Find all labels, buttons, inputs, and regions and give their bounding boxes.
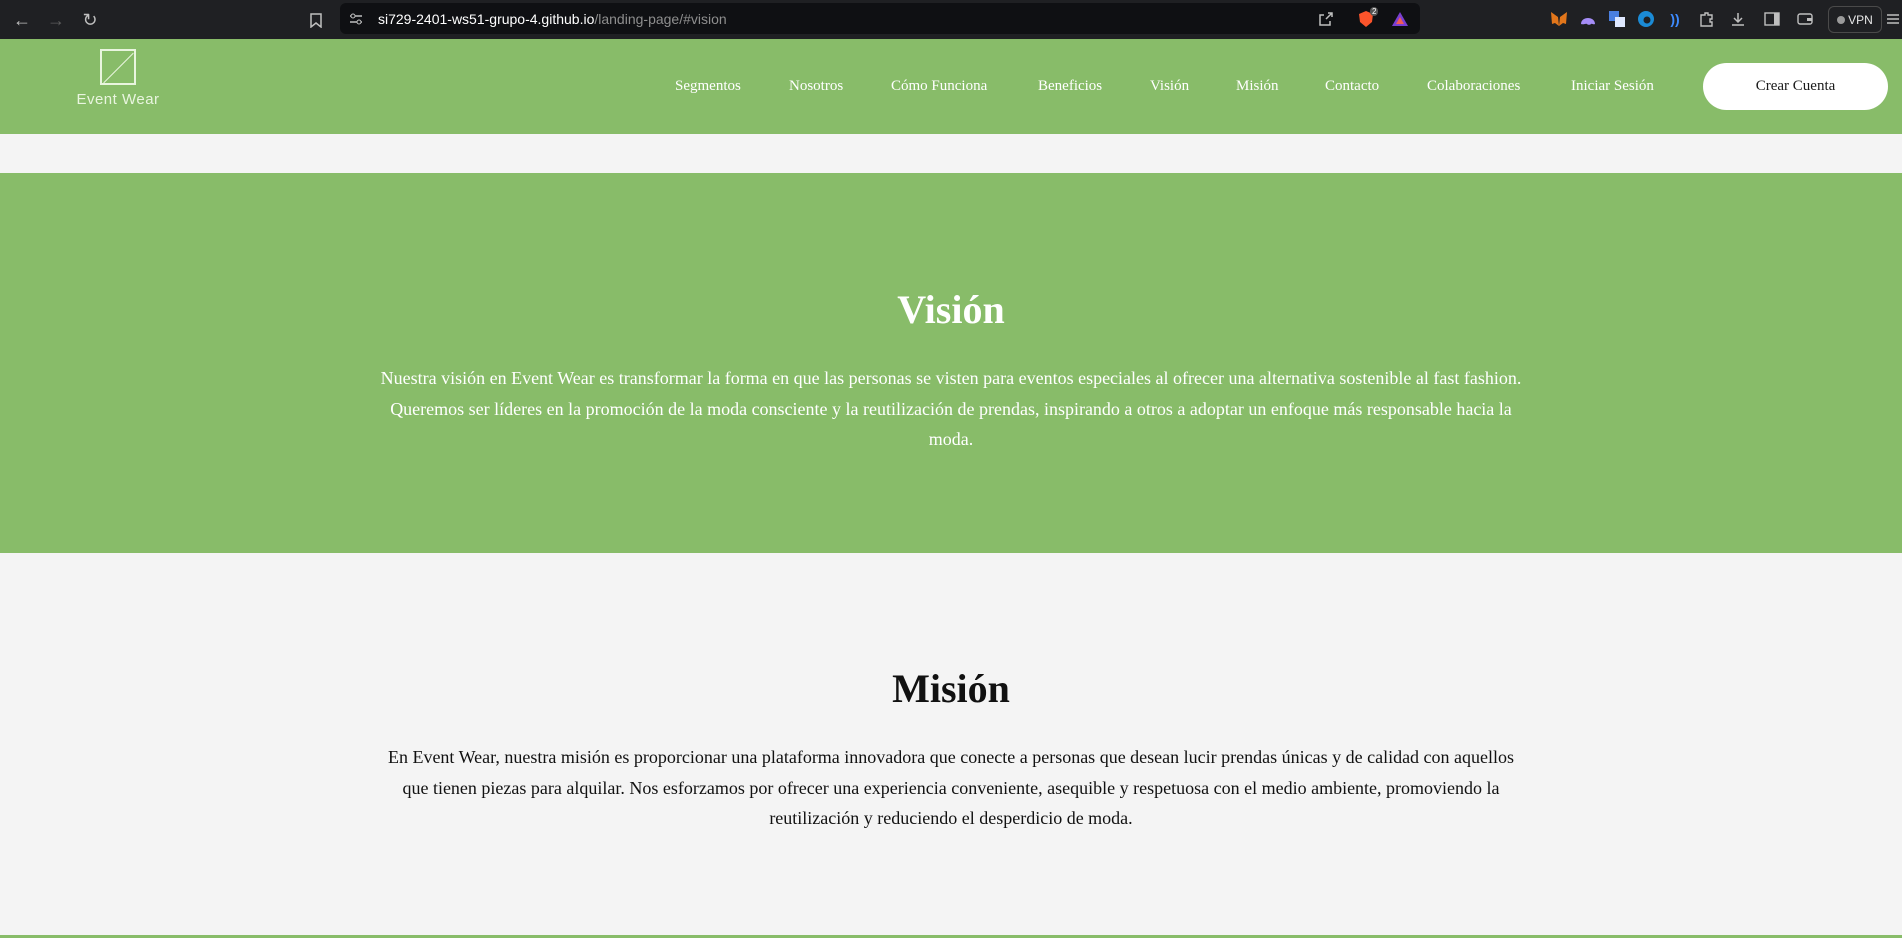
nav-link-mision[interactable]: Misión (1236, 78, 1279, 95)
reload-icon[interactable]: ↻ (78, 8, 102, 32)
back-arrow-icon[interactable]: ← (10, 8, 34, 32)
mision-text: En Event Wear, nuestra misión es proporc… (387, 747, 1515, 828)
vpn-button[interactable]: VPN (1828, 6, 1882, 33)
ghost-extension-icon[interactable] (1578, 9, 1598, 29)
vision-section: Visión Nuestra visión en Event Wear es t… (0, 173, 1902, 553)
url-path: /landing-page/#vision (594, 11, 727, 27)
site-settings-icon[interactable] (346, 9, 366, 29)
forward-arrow-icon[interactable]: → (44, 8, 68, 32)
nav-link-vision[interactable]: Visión (1150, 78, 1189, 95)
mision-title: Misión (892, 666, 1010, 711)
sidebar-toggle-icon[interactable] (1762, 9, 1782, 29)
browser-toolbar: ← → ↻ si729-2401-ws51-grupo-4.github.io/… (0, 0, 1902, 39)
bookmark-icon[interactable] (304, 8, 328, 32)
url-text: si729-2401-ws51-grupo-4.github.io/landin… (378, 11, 727, 27)
read-aloud-icon[interactable]: )) (1665, 9, 1685, 29)
download-icon[interactable] (1728, 9, 1748, 29)
nav-link-como-funciona[interactable]: Cómo Funciona (891, 78, 987, 95)
mision-section: Misión En Event Wear, nuestra misión es … (0, 553, 1902, 933)
nav-link-beneficios[interactable]: Beneficios (1038, 78, 1102, 95)
edge-extension-icon[interactable] (1636, 9, 1656, 29)
vpn-status-icon (1837, 15, 1846, 24)
url-host: si729-2401-ws51-grupo-4.github.io (378, 11, 595, 27)
metamask-fox-icon[interactable] (1549, 9, 1569, 29)
site-header: Event Wear Segmentos Nosotros Cómo Funci… (0, 39, 1902, 134)
logo[interactable]: Event Wear (70, 49, 166, 124)
address-bar[interactable]: si729-2401-ws51-grupo-4.github.io/landin… (340, 3, 1420, 34)
vision-text: Nuestra visión en Event Wear es transfor… (380, 368, 1522, 449)
crear-cuenta-button[interactable]: Crear Cuenta (1703, 63, 1888, 110)
share-icon[interactable] (1316, 9, 1336, 29)
nav-link-contacto[interactable]: Contacto (1325, 78, 1379, 95)
vpn-label: VPN (1848, 12, 1873, 27)
shield-count-badge: 2 (1370, 7, 1379, 16)
nav-link-iniciar-sesion[interactable]: Iniciar Sesión (1571, 78, 1654, 95)
logo-mark-icon (100, 49, 136, 85)
nav-link-segmentos[interactable]: Segmentos (675, 78, 741, 95)
logo-text: Event Wear (76, 91, 160, 108)
nav-link-nosotros[interactable]: Nosotros (789, 78, 843, 95)
translate-icon[interactable] (1607, 9, 1627, 29)
vision-title: Visión (897, 287, 1005, 332)
menu-icon[interactable] (1886, 9, 1900, 29)
rewards-triangle-icon[interactable] (1390, 9, 1410, 29)
extensions-puzzle-icon[interactable] (1697, 9, 1717, 29)
nav-link-colaboraciones[interactable]: Colaboraciones (1427, 78, 1520, 95)
wallet-icon[interactable] (1795, 9, 1815, 29)
